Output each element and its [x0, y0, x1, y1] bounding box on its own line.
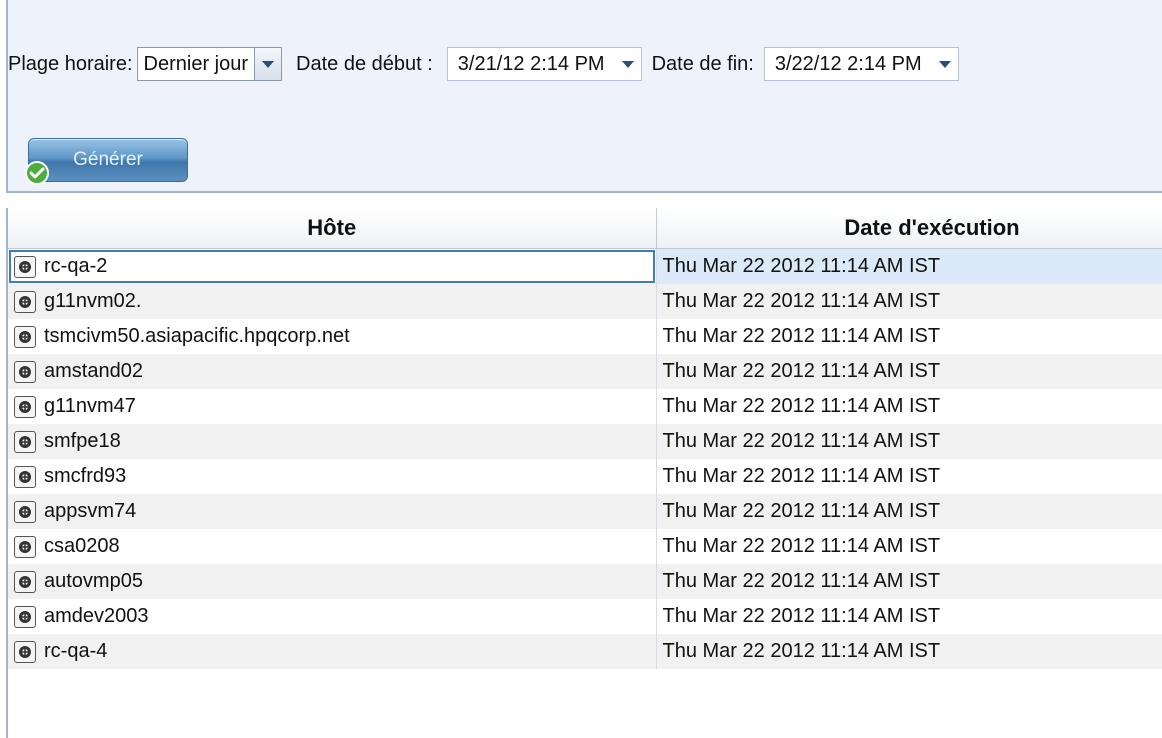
end-date-label: Date de fin:: [651, 52, 754, 75]
host-name: autovmp05: [44, 570, 143, 592]
host-node-icon: [14, 570, 36, 593]
host-table: Hôte Date d'exécution rc-qa-2 Thu Mar 22 …: [6, 208, 1162, 738]
table-header: Hôte Date d'exécution: [8, 208, 1162, 249]
check-circle-icon: [25, 161, 49, 185]
filter-panel: Plage horaire: Dernier jour Date de débu…: [6, 0, 1162, 193]
table-row[interactable]: tsmcivm50.asiapacific.hpqcorp.net Thu Mar…: [8, 319, 1162, 354]
host-name: amstand02: [44, 360, 143, 382]
host-cell-content: smfpe18: [14, 430, 650, 453]
host-cell-content: g11nvm47: [14, 395, 650, 418]
host-cell-content: csa0208: [14, 535, 650, 558]
host-node-icon: [14, 465, 36, 488]
host-node-icon: [14, 255, 36, 278]
host-cell-content: rc-qa-2: [14, 255, 650, 278]
run-date-cell[interactable]: Thu Mar 22 2012 11:14 AM IST: [656, 389, 1162, 424]
table-row[interactable]: smfpe18 Thu Mar 22 2012 11:14 AM IST: [8, 424, 1162, 459]
run-date-cell[interactable]: Thu Mar 22 2012 11:14 AM IST: [656, 424, 1162, 459]
host-node-icon: [14, 640, 36, 663]
run-date-cell[interactable]: Thu Mar 22 2012 11:14 AM IST: [656, 529, 1162, 564]
run-date-cell[interactable]: Thu Mar 22 2012 11:14 AM IST: [656, 284, 1162, 319]
time-range-select[interactable]: Dernier jour: [136, 47, 283, 81]
host-node-icon: [14, 500, 36, 523]
generate-button[interactable]: Générer: [28, 138, 188, 182]
end-date-picker[interactable]: 3/22/12 2:14 PM: [763, 47, 959, 81]
host-node-icon: [14, 290, 36, 313]
host-node-icon: [14, 395, 36, 418]
run-date-cell[interactable]: Thu Mar 22 2012 11:14 AM IST: [656, 634, 1162, 669]
host-name: appsvm74: [44, 500, 137, 522]
host-node-icon: [14, 605, 36, 628]
column-header-run-date[interactable]: Date d'exécution: [656, 208, 1162, 249]
start-date-value: 3/21/12 2:14 PM: [457, 52, 605, 75]
table-row[interactable]: autovmp05 Thu Mar 22 2012 11:14 AM IST: [8, 564, 1162, 599]
column-header-host[interactable]: Hôte: [8, 208, 657, 249]
host-name: tsmcivm50.asiapacific.hpqcorp.net: [44, 325, 350, 347]
chevron-down-icon[interactable]: [932, 48, 958, 80]
chevron-down-icon[interactable]: [254, 48, 282, 80]
host-node-icon: [14, 360, 36, 383]
host-name: smfpe18: [44, 430, 121, 452]
table-row[interactable]: amdev2003 Thu Mar 22 2012 11:14 AM IST: [8, 599, 1162, 634]
time-range-value: Dernier jour: [143, 52, 249, 75]
table-row[interactable]: rc-qa-4 Thu Mar 22 2012 11:14 AM IST: [8, 634, 1162, 669]
host-name: g11nvm47: [44, 395, 136, 417]
start-date-picker[interactable]: 3/21/12 2:14 PM: [446, 47, 642, 81]
run-date-cell[interactable]: Thu Mar 22 2012 11:14 AM IST: [656, 319, 1162, 354]
table-row[interactable]: csa0208 Thu Mar 22 2012 11:14 AM IST: [8, 529, 1162, 564]
host-cell[interactable]: amstand02: [8, 354, 657, 389]
start-date-label: Date de début :: [296, 52, 433, 75]
host-name: amdev2003: [44, 605, 149, 627]
host-name: smcfrd93: [44, 465, 127, 487]
host-cell[interactable]: amdev2003: [8, 599, 657, 634]
host-cell-content: smcfrd93: [14, 465, 650, 488]
host-node-icon: [14, 535, 36, 558]
host-cell-content: rc-qa-4: [14, 640, 650, 663]
host-cell-content: appsvm74: [14, 500, 650, 523]
host-cell[interactable]: autovmp05: [8, 564, 657, 599]
host-cell[interactable]: g11nvm02.: [8, 284, 657, 319]
run-date-cell[interactable]: Thu Mar 22 2012 11:14 AM IST: [656, 459, 1162, 494]
host-cell[interactable]: g11nvm47: [8, 389, 657, 424]
host-node-icon: [14, 430, 36, 453]
table-row[interactable]: g11nvm47 Thu Mar 22 2012 11:14 AM IST: [8, 389, 1162, 424]
end-date-value: 3/22/12 2:14 PM: [774, 52, 922, 75]
host-cell-content: g11nvm02.: [14, 290, 650, 313]
host-node-icon: [14, 325, 36, 348]
time-range-label: Plage horaire:: [8, 52, 133, 75]
host-cell[interactable]: appsvm74: [8, 494, 657, 529]
host-cell[interactable]: tsmcivm50.asiapacific.hpqcorp.net: [8, 319, 657, 354]
table-row[interactable]: appsvm74 Thu Mar 22 2012 11:14 AM IST: [8, 494, 1162, 529]
host-name: g11nvm02.: [44, 290, 142, 312]
host-name: rc-qa-4: [44, 640, 108, 662]
host-cell[interactable]: smfpe18: [8, 424, 657, 459]
host-cell-content: amstand02: [14, 360, 650, 383]
run-date-cell[interactable]: Thu Mar 22 2012 11:14 AM IST: [656, 599, 1162, 634]
chevron-down-icon[interactable]: [615, 48, 641, 80]
table-row[interactable]: smcfrd93 Thu Mar 22 2012 11:14 AM IST: [8, 459, 1162, 494]
filter-row: Plage horaire: Dernier jour Date de débu…: [8, 44, 959, 84]
table-row[interactable]: g11nvm02. Thu Mar 22 2012 11:14 AM IST: [8, 284, 1162, 319]
run-date-cell[interactable]: Thu Mar 22 2012 11:14 AM IST: [656, 354, 1162, 389]
host-cell-content: amdev2003: [14, 605, 650, 628]
run-date-cell[interactable]: Thu Mar 22 2012 11:14 AM IST: [656, 494, 1162, 529]
table-row[interactable]: amstand02 Thu Mar 22 2012 11:14 AM IST: [8, 354, 1162, 389]
host-cell[interactable]: csa0208: [8, 529, 657, 564]
host-cell[interactable]: rc-qa-2: [8, 248, 657, 284]
host-cell[interactable]: smcfrd93: [8, 459, 657, 494]
host-name: rc-qa-2: [44, 255, 108, 277]
generate-button-label: Générer: [73, 149, 143, 170]
run-date-cell[interactable]: Thu Mar 22 2012 11:14 AM IST: [656, 564, 1162, 599]
host-cell-content: tsmcivm50.asiapacific.hpqcorp.net: [14, 325, 650, 348]
run-date-cell[interactable]: Thu Mar 22 2012 11:14 AM IST: [656, 248, 1162, 284]
host-name: csa0208: [44, 535, 120, 557]
table-row[interactable]: rc-qa-2 Thu Mar 22 2012 11:14 AM IST: [8, 248, 1162, 284]
host-cell[interactable]: rc-qa-4: [8, 634, 657, 669]
host-cell-content: autovmp05: [14, 570, 650, 593]
